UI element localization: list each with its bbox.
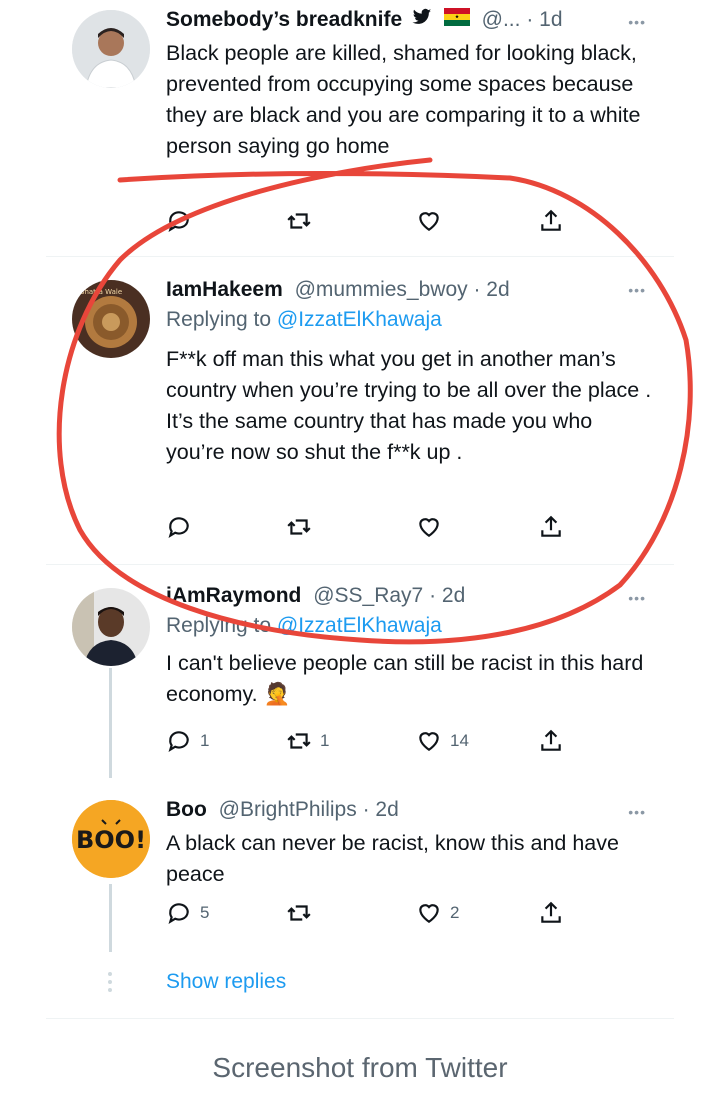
retweet-count: 1	[320, 731, 330, 750]
timestamp[interactable]: · 2d	[429, 584, 465, 607]
share-icon	[541, 515, 561, 537]
handle[interactable]: @...	[482, 8, 521, 31]
thread-connector	[109, 884, 112, 952]
tweet-text: F**k off man this what you get in anothe…	[166, 347, 652, 464]
heart-icon	[419, 732, 439, 751]
timestamp[interactable]: · 2d	[473, 278, 509, 301]
display-name[interactable]: IamHakeem	[166, 278, 283, 301]
share-icon	[541, 209, 561, 231]
handle[interactable]: @SS_Ray7	[313, 584, 423, 607]
more-options-icon[interactable]: •••	[628, 14, 646, 30]
tweet-text: I can't believe people can still be raci…	[166, 651, 644, 706]
reply-count: 1	[200, 731, 210, 750]
heart-icon	[419, 904, 439, 923]
like-count: 2	[450, 903, 460, 922]
mention-link[interactable]: @IzzatElKhawaja	[277, 614, 442, 637]
screenshot-caption: Screenshot from Twitter	[212, 1052, 508, 1083]
like-button[interactable]	[416, 512, 450, 542]
avatar[interactable]: Shatta Wale	[72, 280, 150, 358]
mention-link[interactable]: @IzzatElKhawaja	[277, 308, 442, 331]
timestamp[interactable]: · 2d	[363, 798, 399, 821]
reply-count: 5	[200, 903, 210, 922]
display-name[interactable]: Somebody’s breadknife	[166, 8, 402, 31]
replying-to: Replying to @IzzatElKhawaja	[166, 306, 656, 334]
replying-to: Replying to @IzzatElKhawaja	[166, 612, 656, 640]
display-name[interactable]: Boo	[166, 798, 207, 821]
red-annotation-circle	[56, 157, 693, 645]
divider	[46, 256, 674, 257]
heart-icon	[419, 518, 439, 537]
like-button[interactable]: 14	[416, 726, 469, 756]
share-icon	[541, 901, 561, 923]
share-button[interactable]	[538, 512, 564, 542]
more-options-icon[interactable]: •••	[628, 590, 646, 606]
retweet-icon	[287, 905, 311, 921]
retweet-icon	[287, 519, 311, 535]
divider	[46, 564, 674, 565]
replying-to-label: Replying to	[166, 308, 277, 331]
ghana-flag-icon	[443, 6, 470, 34]
tweet-1-actions	[166, 206, 576, 236]
reply-button[interactable]	[166, 512, 200, 542]
tweet-text: A black can never be racist, know this a…	[166, 831, 619, 886]
verified-bird-icon	[412, 6, 432, 34]
retweet-button[interactable]	[286, 206, 320, 236]
timestamp[interactable]: · 1d	[526, 8, 562, 31]
more-options-icon[interactable]: •••	[628, 282, 646, 298]
retweet-icon	[287, 733, 311, 749]
show-replies-link[interactable]: Show replies	[166, 970, 286, 994]
heart-icon	[419, 212, 439, 231]
handle[interactable]: @mummies_bwoy	[295, 278, 468, 301]
replying-to-label: Replying to	[166, 614, 277, 637]
retweet-button[interactable]	[286, 512, 320, 542]
reply-icon	[168, 903, 189, 925]
tweet-3-actions: 1 1 14	[166, 726, 576, 756]
thread-dots	[107, 972, 113, 996]
retweet-button[interactable]	[286, 898, 320, 928]
reply-icon	[168, 731, 189, 753]
share-icon	[541, 729, 561, 751]
like-count: 14	[450, 731, 469, 750]
reply-button[interactable]: 1	[166, 726, 209, 756]
facepalm-emoji: 🤦	[263, 682, 291, 706]
tweet-text: Black people are killed, shamed for look…	[166, 41, 641, 159]
reply-icon	[168, 211, 189, 233]
tweet-2-actions	[166, 512, 576, 542]
share-button[interactable]	[538, 726, 564, 756]
boo-avatar-text: BOO!	[76, 826, 146, 854]
svg-text:Shatta Wale: Shatta Wale	[80, 288, 122, 296]
tweet-text-wrapper: I can't believe people can still be raci…	[166, 648, 656, 710]
reply-button[interactable]: 5	[166, 898, 209, 928]
share-button[interactable]	[538, 206, 564, 236]
reply-icon	[168, 517, 189, 539]
retweet-icon	[287, 213, 311, 229]
reply-button[interactable]	[166, 206, 200, 236]
retweet-button[interactable]: 1	[286, 726, 329, 756]
like-button[interactable]: 2	[416, 898, 459, 928]
handle[interactable]: @BrightPhilips	[219, 798, 357, 821]
avatar[interactable]: BOO!	[72, 800, 150, 878]
divider	[46, 1018, 674, 1019]
thread-connector	[109, 668, 112, 778]
avatar[interactable]	[72, 588, 150, 666]
tweet-4-actions: 5 2	[166, 898, 576, 928]
more-options-icon[interactable]: •••	[628, 804, 646, 820]
like-button[interactable]	[416, 206, 450, 236]
avatar[interactable]	[72, 10, 150, 88]
share-button[interactable]	[538, 898, 564, 928]
display-name[interactable]: iAmRaymond	[166, 584, 301, 607]
